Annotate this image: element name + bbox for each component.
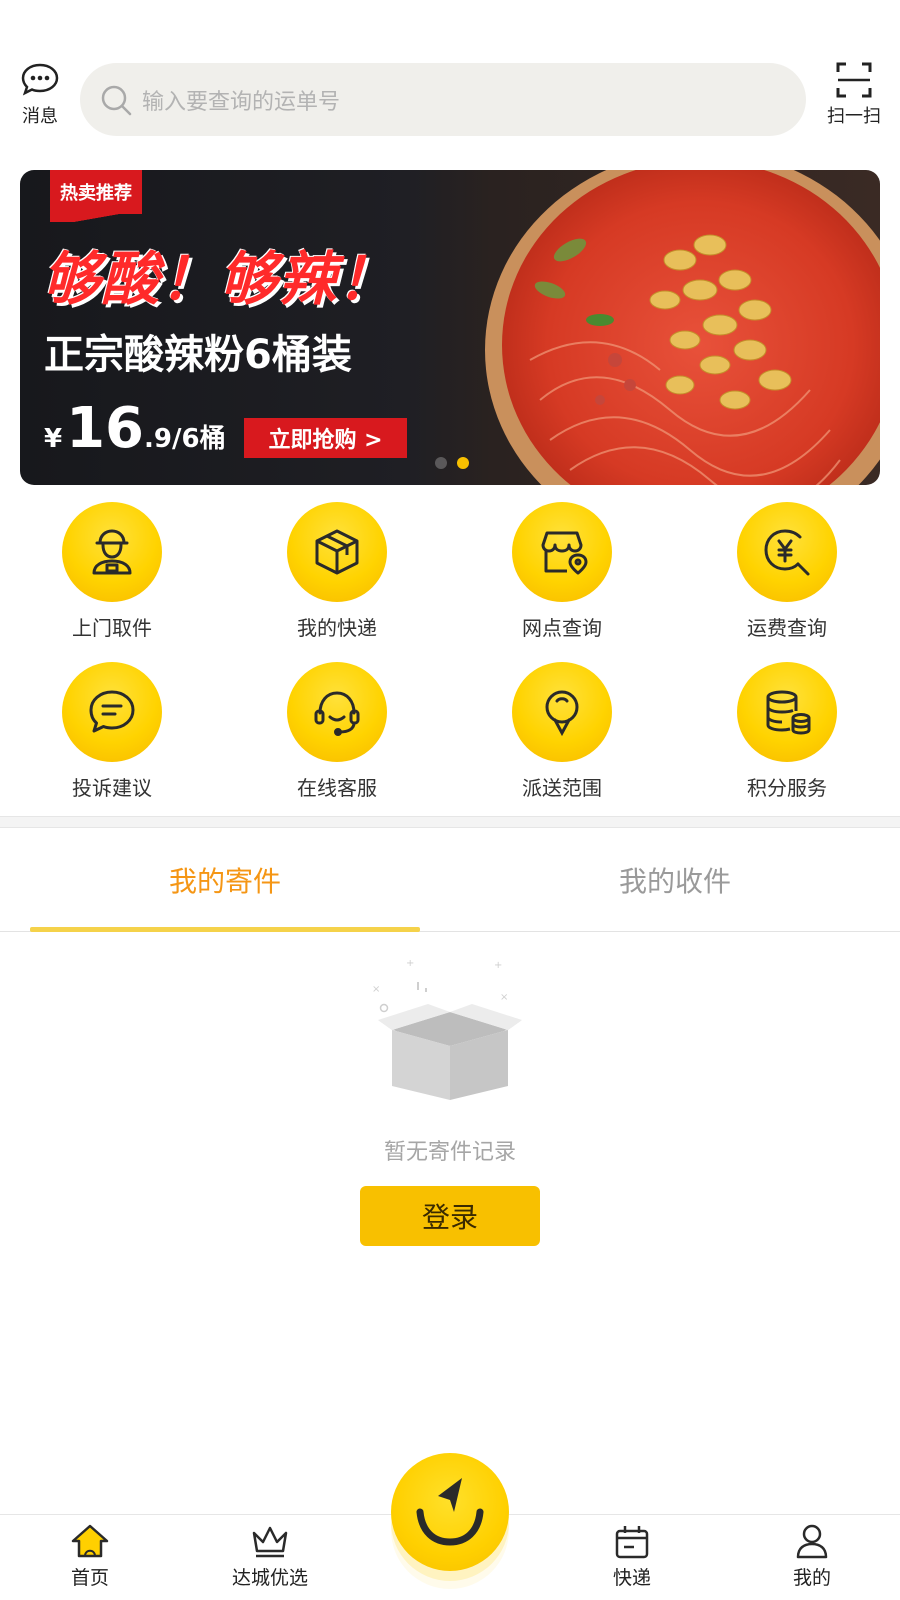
nav-label: 达城优选 — [231, 1567, 308, 1589]
service-label: 我的快递 — [297, 616, 377, 640]
top-header: 消息 输入要查询的运单号 扫一扫 — [0, 0, 900, 160]
hot-tag: 热卖推荐 — [50, 170, 142, 222]
coins-icon — [737, 662, 837, 762]
delivery-box-icon — [615, 1526, 649, 1559]
nav-label: 首页 — [70, 1567, 109, 1589]
message-button[interactable]: 消息 — [10, 62, 70, 132]
scan-label: 扫一扫 — [827, 106, 881, 127]
login-button[interactable]: 登录 — [360, 1186, 540, 1246]
chat-bubble-icon — [62, 662, 162, 762]
service-label: 投诉建议 — [72, 776, 152, 800]
svg-text:+: + — [494, 960, 502, 971]
scan-icon — [836, 62, 872, 98]
nav-home[interactable]: 首页 — [30, 1515, 150, 1600]
buy-now-button[interactable]: 立即抢购 > — [244, 418, 407, 458]
carousel-dot-active[interactable] — [457, 457, 469, 469]
search-placeholder: 输入要查询的运单号 — [142, 89, 341, 115]
search-icon — [101, 85, 132, 115]
service-label: 在线客服 — [297, 776, 377, 800]
message-label: 消息 — [22, 106, 58, 127]
courier-icon — [62, 502, 162, 602]
package-icon — [287, 502, 387, 602]
price-rest: .9/6桶 — [144, 424, 226, 454]
service-freight-query[interactable]: 运费查询 — [707, 502, 867, 641]
active-tab-indicator — [30, 927, 420, 932]
empty-state-text: 暂无寄件记录 — [383, 1140, 516, 1165]
nav-label: 我的 — [792, 1567, 831, 1589]
service-label: 派送范围 — [522, 776, 602, 800]
svg-text:×: × — [372, 984, 380, 995]
yuan-search-icon — [737, 502, 837, 602]
service-label: 上门取件 — [72, 616, 152, 640]
service-branch-query[interactable]: 网点查询 — [482, 502, 642, 641]
service-label: 积分服务 — [747, 776, 827, 800]
home-icon — [71, 1524, 109, 1558]
send-express-button[interactable] — [391, 1453, 509, 1571]
tab-my-received[interactable]: 我的收件 — [480, 828, 870, 932]
nav-selected-goods[interactable]: 达城优选 — [210, 1515, 330, 1600]
tab-my-sent[interactable]: 我的寄件 — [30, 828, 420, 932]
service-pickup[interactable]: 上门取件 — [32, 502, 192, 641]
banner-price: ¥ 16 .9/6桶 — [44, 396, 226, 461]
search-input[interactable]: 输入要查询的运单号 — [80, 63, 806, 136]
service-online-support[interactable]: 在线客服 — [257, 662, 417, 801]
svg-text:×: × — [500, 992, 508, 1003]
price-currency: ¥ — [44, 424, 63, 454]
service-complaint[interactable]: 投诉建议 — [32, 662, 192, 801]
nav-label: 快递 — [612, 1567, 651, 1589]
store-location-icon — [512, 502, 612, 602]
service-delivery-range[interactable]: 派送范围 — [482, 662, 642, 801]
send-smile-icon — [416, 1478, 484, 1546]
carousel-dots — [435, 457, 469, 469]
service-label: 运费查询 — [747, 616, 827, 640]
empty-box-icon: × × + + — [372, 960, 522, 1100]
service-label: 网点查询 — [522, 616, 602, 640]
price-main: 16 — [66, 396, 145, 461]
user-icon — [796, 1524, 828, 1559]
noodle-bowl-image — [485, 170, 880, 485]
service-my-express[interactable]: 我的快递 — [257, 502, 417, 641]
nav-mine[interactable]: 我的 — [752, 1515, 872, 1600]
shipment-tabs: 我的寄件 我的收件 — [0, 828, 900, 932]
crown-icon — [252, 1526, 288, 1558]
map-pin-icon — [512, 662, 612, 762]
headset-icon — [287, 662, 387, 762]
banner-subline: 正宗酸辣粉6桶装 — [44, 332, 352, 378]
section-divider — [0, 816, 900, 828]
svg-text:+: + — [406, 960, 414, 969]
carousel-dot[interactable] — [435, 457, 447, 469]
scan-button[interactable]: 扫一扫 — [824, 62, 884, 132]
service-points[interactable]: 积分服务 — [707, 662, 867, 801]
promo-banner[interactable]: 热卖推荐 够酸！够辣！ 正宗酸辣粉6桶装 ¥ 16 .9/6桶 立即抢购 > — [20, 170, 880, 485]
nav-express[interactable]: 快递 — [572, 1515, 692, 1600]
banner-headline: 够酸！够辣！ — [42, 245, 397, 313]
message-icon — [21, 63, 59, 96]
